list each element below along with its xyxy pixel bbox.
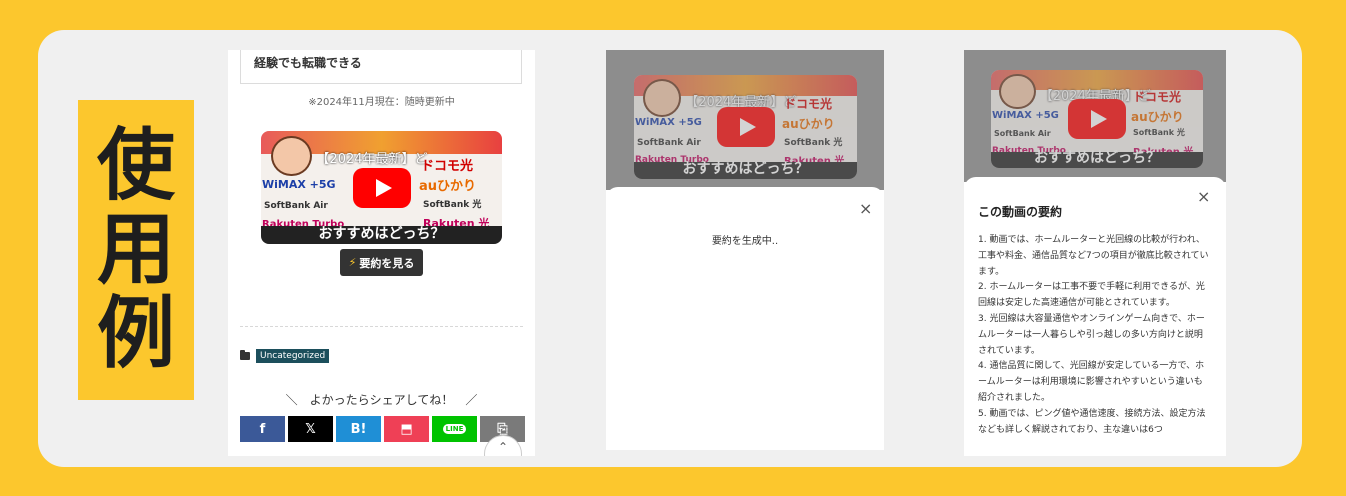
brand-au: auひかり bbox=[782, 117, 835, 131]
video-thumbnail[interactable]: 【2024年最新】ど WiMAX +5G SoftBank Air Rakute… bbox=[261, 131, 502, 244]
share-pocket-button[interactable]: ⬒ bbox=[384, 416, 429, 442]
presenter-avatar bbox=[270, 135, 312, 177]
date-note: ※2024年11月現在：随時更新中 bbox=[308, 97, 455, 108]
screenshot-summary: 【2024年最新】ど WiMAX +5G SoftBank Air Rakute… bbox=[964, 50, 1226, 456]
presenter-avatar bbox=[642, 79, 681, 117]
summary-item: 1. 動画では、ホームルーターと光回線の比較が行われ、工事や料金、通信品質など7… bbox=[978, 235, 1209, 277]
thumbnail-bottom-text: おすすめはどっち？ bbox=[682, 161, 809, 177]
play-icon[interactable] bbox=[352, 167, 411, 208]
dimmed-backdrop[interactable]: 【2024年最新】ど WiMAX +5G SoftBank Air Rakute… bbox=[964, 50, 1226, 182]
brand-wimax: WiMAX +5G bbox=[635, 117, 702, 128]
benefit-box: 経験でも転職できる bbox=[240, 50, 522, 84]
showcase-card: 使 用 例 経験でも転職できる ※2024年11月現在：随時更新中 【2024年… bbox=[38, 30, 1302, 467]
folder-icon bbox=[240, 350, 250, 360]
thumbnail-bottom-text: おすすめはどっち？ bbox=[1034, 150, 1160, 166]
bolt-icon: ⚡ bbox=[348, 256, 357, 269]
brand-docomo: ドコモ光 bbox=[421, 159, 474, 174]
summary-modal: × この動画の要約 1. 動画では、ホームルーターと光回線の比較が行われ、工事や… bbox=[964, 177, 1226, 456]
brand-softbank-hikari: SoftBank 光 bbox=[423, 200, 482, 210]
label-char-1: 使 bbox=[96, 121, 175, 211]
brand-au: auひかり bbox=[419, 179, 477, 194]
summary-button[interactable]: ⚡ 要約を見る bbox=[340, 249, 423, 276]
summary-button-label: 要約を見る bbox=[359, 256, 415, 270]
share-label: ＼ よかったらシェアしてね！ ／ bbox=[285, 393, 478, 407]
video-thumbnail: 【2024年最新】ど WiMAX +5G SoftBank Air Rakute… bbox=[991, 70, 1203, 168]
video-thumbnail: 【2024年最新】ど WiMAX +5G SoftBank Air Rakute… bbox=[634, 75, 857, 179]
brand-softbank-hikari: SoftBank 光 bbox=[784, 138, 843, 148]
summary-item: 2. ホームルーターは工事不要で手軽に利用できるが、光回線は安定した高速通信が可… bbox=[978, 282, 1205, 309]
brand-docomo: ドコモ光 bbox=[1133, 90, 1182, 104]
line-icon: LINE bbox=[442, 424, 467, 434]
summary-item: 3. 光回線は大容量通信やオンラインゲーム向きで、ホームルーターは一人暮らしや引… bbox=[978, 313, 1205, 356]
brand-softbank-air: SoftBank Air bbox=[994, 129, 1051, 138]
summary-modal-loading: × 要約を生成中.. bbox=[606, 187, 884, 450]
dimmed-backdrop[interactable]: 【2024年最新】ど WiMAX +5G SoftBank Air Rakute… bbox=[606, 50, 884, 190]
thumbnail-bottom-text: おすすめはどっち？ bbox=[318, 226, 445, 242]
generating-text: 要約を生成中.. bbox=[711, 236, 779, 247]
label-char-2: 用 bbox=[96, 205, 175, 295]
brand-au: auひかり bbox=[1131, 110, 1184, 124]
category-badge[interactable]: Uncategorized bbox=[256, 349, 330, 363]
brand-wimax: WiMAX +5G bbox=[992, 110, 1059, 121]
screenshot-article: 経験でも転職できる ※2024年11月現在：随時更新中 【2024年最新】ど W… bbox=[228, 50, 535, 456]
video-title: 【2024年最新】ど bbox=[316, 151, 428, 167]
summary-title: この動画の要約 bbox=[978, 205, 1063, 219]
brand-softbank-hikari: SoftBank 光 bbox=[1133, 128, 1185, 137]
close-icon[interactable]: × bbox=[1197, 187, 1210, 206]
summary-item: 5. 動画では、ピング値や通信速度、接続方法、設定方法なども詳しく解説されており… bbox=[978, 408, 1206, 435]
scroll-top-icon: ⌃ bbox=[497, 440, 509, 454]
category-row: Uncategorized bbox=[240, 349, 330, 363]
share-line-button[interactable]: LINE bbox=[432, 416, 477, 442]
brand-softbank-air: SoftBank Air bbox=[637, 138, 701, 148]
share-hatena-button[interactable]: B! bbox=[336, 416, 381, 442]
divider bbox=[240, 326, 523, 327]
screenshot-loading: 【2024年最新】ど WiMAX +5G SoftBank Air Rakute… bbox=[606, 50, 884, 450]
close-icon[interactable]: × bbox=[859, 199, 872, 218]
brand-softbank-air: SoftBank Air bbox=[264, 201, 328, 211]
brand-docomo: ドコモ光 bbox=[784, 97, 833, 111]
share-buttons: f 𝕏 B! ⬒ LINE ⎘ bbox=[240, 416, 525, 442]
share-x-button[interactable]: 𝕏 bbox=[288, 416, 333, 442]
benefit-text: 経験でも転職できる bbox=[254, 56, 362, 70]
brand-wimax: WiMAX +5G bbox=[262, 178, 336, 191]
presenter-avatar bbox=[999, 73, 1036, 110]
play-icon bbox=[1068, 99, 1126, 139]
label-char-3: 例 bbox=[96, 289, 175, 379]
summary-list: 1. 動画では、ホームルーターと光回線の比較が行われ、工事や料金、通信品質など7… bbox=[978, 233, 1210, 438]
share-facebook-button[interactable]: f bbox=[240, 416, 285, 442]
summary-item: 4. 通信品質に関して、光回線が安定している一方で、ホームルーターは利用環境に影… bbox=[978, 361, 1205, 403]
usage-example-label: 使 用 例 bbox=[78, 100, 194, 400]
play-icon bbox=[716, 107, 775, 147]
